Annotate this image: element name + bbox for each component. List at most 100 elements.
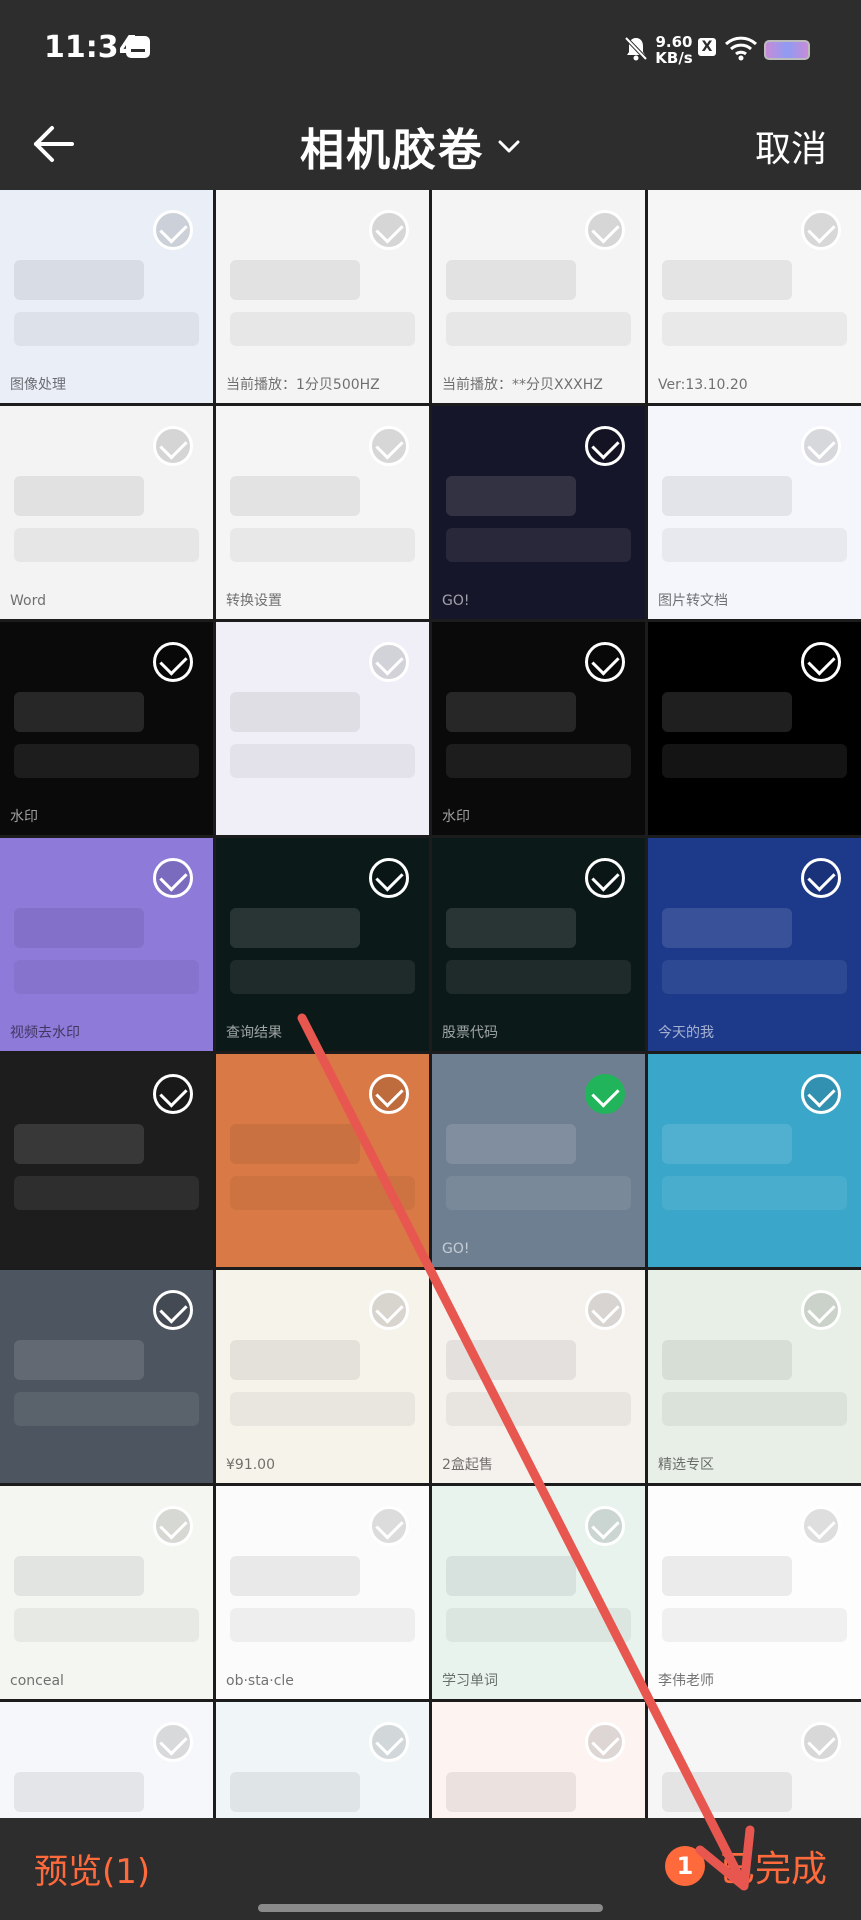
checkmark-circle-icon[interactable]	[369, 1074, 409, 1114]
thumbnail-content	[14, 1608, 199, 1642]
thumbnail-content	[446, 960, 631, 994]
checkmark-circle-icon[interactable]	[585, 1722, 625, 1762]
thumbnail-content	[230, 1124, 360, 1164]
thumbnail-content	[446, 1124, 576, 1164]
thumbnail-content	[446, 692, 576, 732]
checkmark-circle-icon[interactable]	[369, 210, 409, 250]
thumbnail-content	[662, 1176, 847, 1210]
photo-thumbnail[interactable]: 转换设置	[216, 406, 429, 619]
thumbnail-content	[446, 528, 631, 562]
photo-thumbnail[interactable]: ¥91.00	[216, 1270, 429, 1483]
checkmark-circle-icon[interactable]	[585, 642, 625, 682]
thumbnail-caption: 水印	[10, 809, 38, 825]
bottom-bar: 预览(1) 1 已完成	[0, 1818, 861, 1920]
thumbnail-content	[14, 1392, 199, 1426]
checkmark-circle-icon[interactable]	[369, 1722, 409, 1762]
back-arrow-icon[interactable]	[28, 116, 84, 172]
photo-thumbnail[interactable]: 全部提问	[216, 1702, 429, 1818]
checkmark-circle-icon[interactable]	[369, 642, 409, 682]
checkmark-circle-icon[interactable]	[585, 858, 625, 898]
photo-thumbnail[interactable]: 视频去水印	[0, 838, 213, 1051]
photo-thumbnail[interactable]: ob·sta·cle	[216, 1486, 429, 1699]
thumbnail-caption: 当前播放：**分贝XXXHZ	[442, 377, 603, 393]
thumbnail-content	[230, 1392, 415, 1426]
network-speed: 9.60 KB/s	[654, 34, 694, 66]
photo-thumbnail[interactable]: 水印	[0, 622, 213, 835]
thumbnail-content	[662, 744, 847, 778]
photo-thumbnail[interactable]: 当前播放：**分贝XXXHZ	[432, 190, 645, 403]
photo-thumbnail[interactable]: 图像处理	[0, 190, 213, 403]
thumbnail-content	[14, 1340, 144, 1380]
thumbnail-content	[446, 1772, 576, 1812]
photo-thumbnail[interactable]: GO!	[432, 1054, 645, 1267]
checkmark-circle-icon[interactable]	[153, 1290, 193, 1330]
checkmark-circle-icon[interactable]	[153, 642, 193, 682]
photo-thumbnail[interactable]	[0, 1270, 213, 1483]
checkmark-circle-icon[interactable]	[801, 1722, 841, 1762]
checkmark-circle-icon[interactable]	[801, 858, 841, 898]
photo-thumbnail[interactable]: GO!	[432, 406, 645, 619]
checkmark-circle-icon[interactable]	[801, 1290, 841, 1330]
photo-thumbnail[interactable]: 18422.500	[648, 1702, 861, 1818]
photo-thumbnail[interactable]: 帮我看 账/税	[432, 1702, 645, 1818]
photo-thumbnail[interactable]	[216, 622, 429, 835]
photo-thumbnail[interactable]: 今天的我	[648, 838, 861, 1051]
thumbnail-content	[14, 260, 144, 300]
photo-thumbnail[interactable]: 股票代码	[432, 838, 645, 1051]
checkmark-circle-icon[interactable]	[369, 1290, 409, 1330]
checkmark-circle-icon[interactable]	[801, 1074, 841, 1114]
checkmark-circle-icon[interactable]	[585, 426, 625, 466]
photo-thumbnail[interactable]: 查询结果	[216, 838, 429, 1051]
checkmark-selected-icon[interactable]	[585, 1074, 625, 1114]
checkmark-circle-icon[interactable]	[369, 426, 409, 466]
thumbnail-content	[230, 908, 360, 948]
photo-thumbnail[interactable]: 精选专区	[648, 1270, 861, 1483]
photo-thumbnail[interactable]: 当前播放：1分贝500HZ	[216, 190, 429, 403]
thumbnail-caption: 视频去水印	[10, 1025, 80, 1041]
photo-thumbnail[interactable]: 学习单词	[432, 1486, 645, 1699]
photo-thumbnail[interactable]	[648, 622, 861, 835]
photo-thumbnail[interactable]	[648, 1054, 861, 1267]
done-label: 已完成	[718, 1849, 827, 1890]
checkmark-circle-icon[interactable]	[585, 1290, 625, 1330]
checkmark-circle-icon[interactable]	[801, 210, 841, 250]
photo-thumbnail[interactable]: 图片转文档	[648, 406, 861, 619]
thumbnail-content	[230, 1340, 360, 1380]
thumbnail-content	[14, 1124, 144, 1164]
album-selector[interactable]: 相机胶卷	[300, 114, 524, 178]
thumbnail-content	[14, 744, 199, 778]
checkmark-circle-icon[interactable]	[153, 858, 193, 898]
mute-bell-icon	[624, 36, 648, 61]
photo-thumbnail[interactable]: 水印	[432, 622, 645, 835]
thumbnail-content	[14, 692, 144, 732]
checkmark-circle-icon[interactable]	[585, 1506, 625, 1546]
checkmark-circle-icon[interactable]	[153, 426, 193, 466]
checkmark-circle-icon[interactable]	[153, 210, 193, 250]
checkmark-circle-icon[interactable]	[585, 210, 625, 250]
checkmark-circle-icon[interactable]	[801, 642, 841, 682]
page-title: 相机胶卷	[300, 125, 484, 176]
checkmark-circle-icon[interactable]	[801, 426, 841, 466]
photo-thumbnail[interactable]: 李伟老师	[648, 1486, 861, 1699]
photo-thumbnail[interactable]: 2盒起售	[432, 1270, 645, 1483]
done-button[interactable]: 1 已完成	[664, 1840, 827, 1892]
checkmark-circle-icon[interactable]	[153, 1506, 193, 1546]
home-indicator[interactable]	[258, 1904, 603, 1912]
photo-thumbnail[interactable]: 李伟老师	[0, 1702, 213, 1818]
checkmark-circle-icon[interactable]	[369, 1506, 409, 1546]
photo-thumbnail[interactable]: Word	[0, 406, 213, 619]
photo-thumbnail[interactable]	[0, 1054, 213, 1267]
thumbnail-content	[662, 1772, 792, 1812]
checkmark-circle-icon[interactable]	[801, 1506, 841, 1546]
thumbnail-caption: 李伟老师	[658, 1673, 714, 1689]
photo-thumbnail[interactable]: conceal	[0, 1486, 213, 1699]
speed-value: 9.60	[655, 33, 693, 51]
checkmark-circle-icon[interactable]	[153, 1074, 193, 1114]
cancel-button[interactable]: 取消	[755, 120, 827, 172]
preview-button[interactable]: 预览(1)	[34, 1844, 150, 1893]
thumbnail-content	[662, 476, 792, 516]
checkmark-circle-icon[interactable]	[153, 1722, 193, 1762]
checkmark-circle-icon[interactable]	[369, 858, 409, 898]
photo-thumbnail[interactable]	[216, 1054, 429, 1267]
photo-thumbnail[interactable]: Ver:13.10.20	[648, 190, 861, 403]
